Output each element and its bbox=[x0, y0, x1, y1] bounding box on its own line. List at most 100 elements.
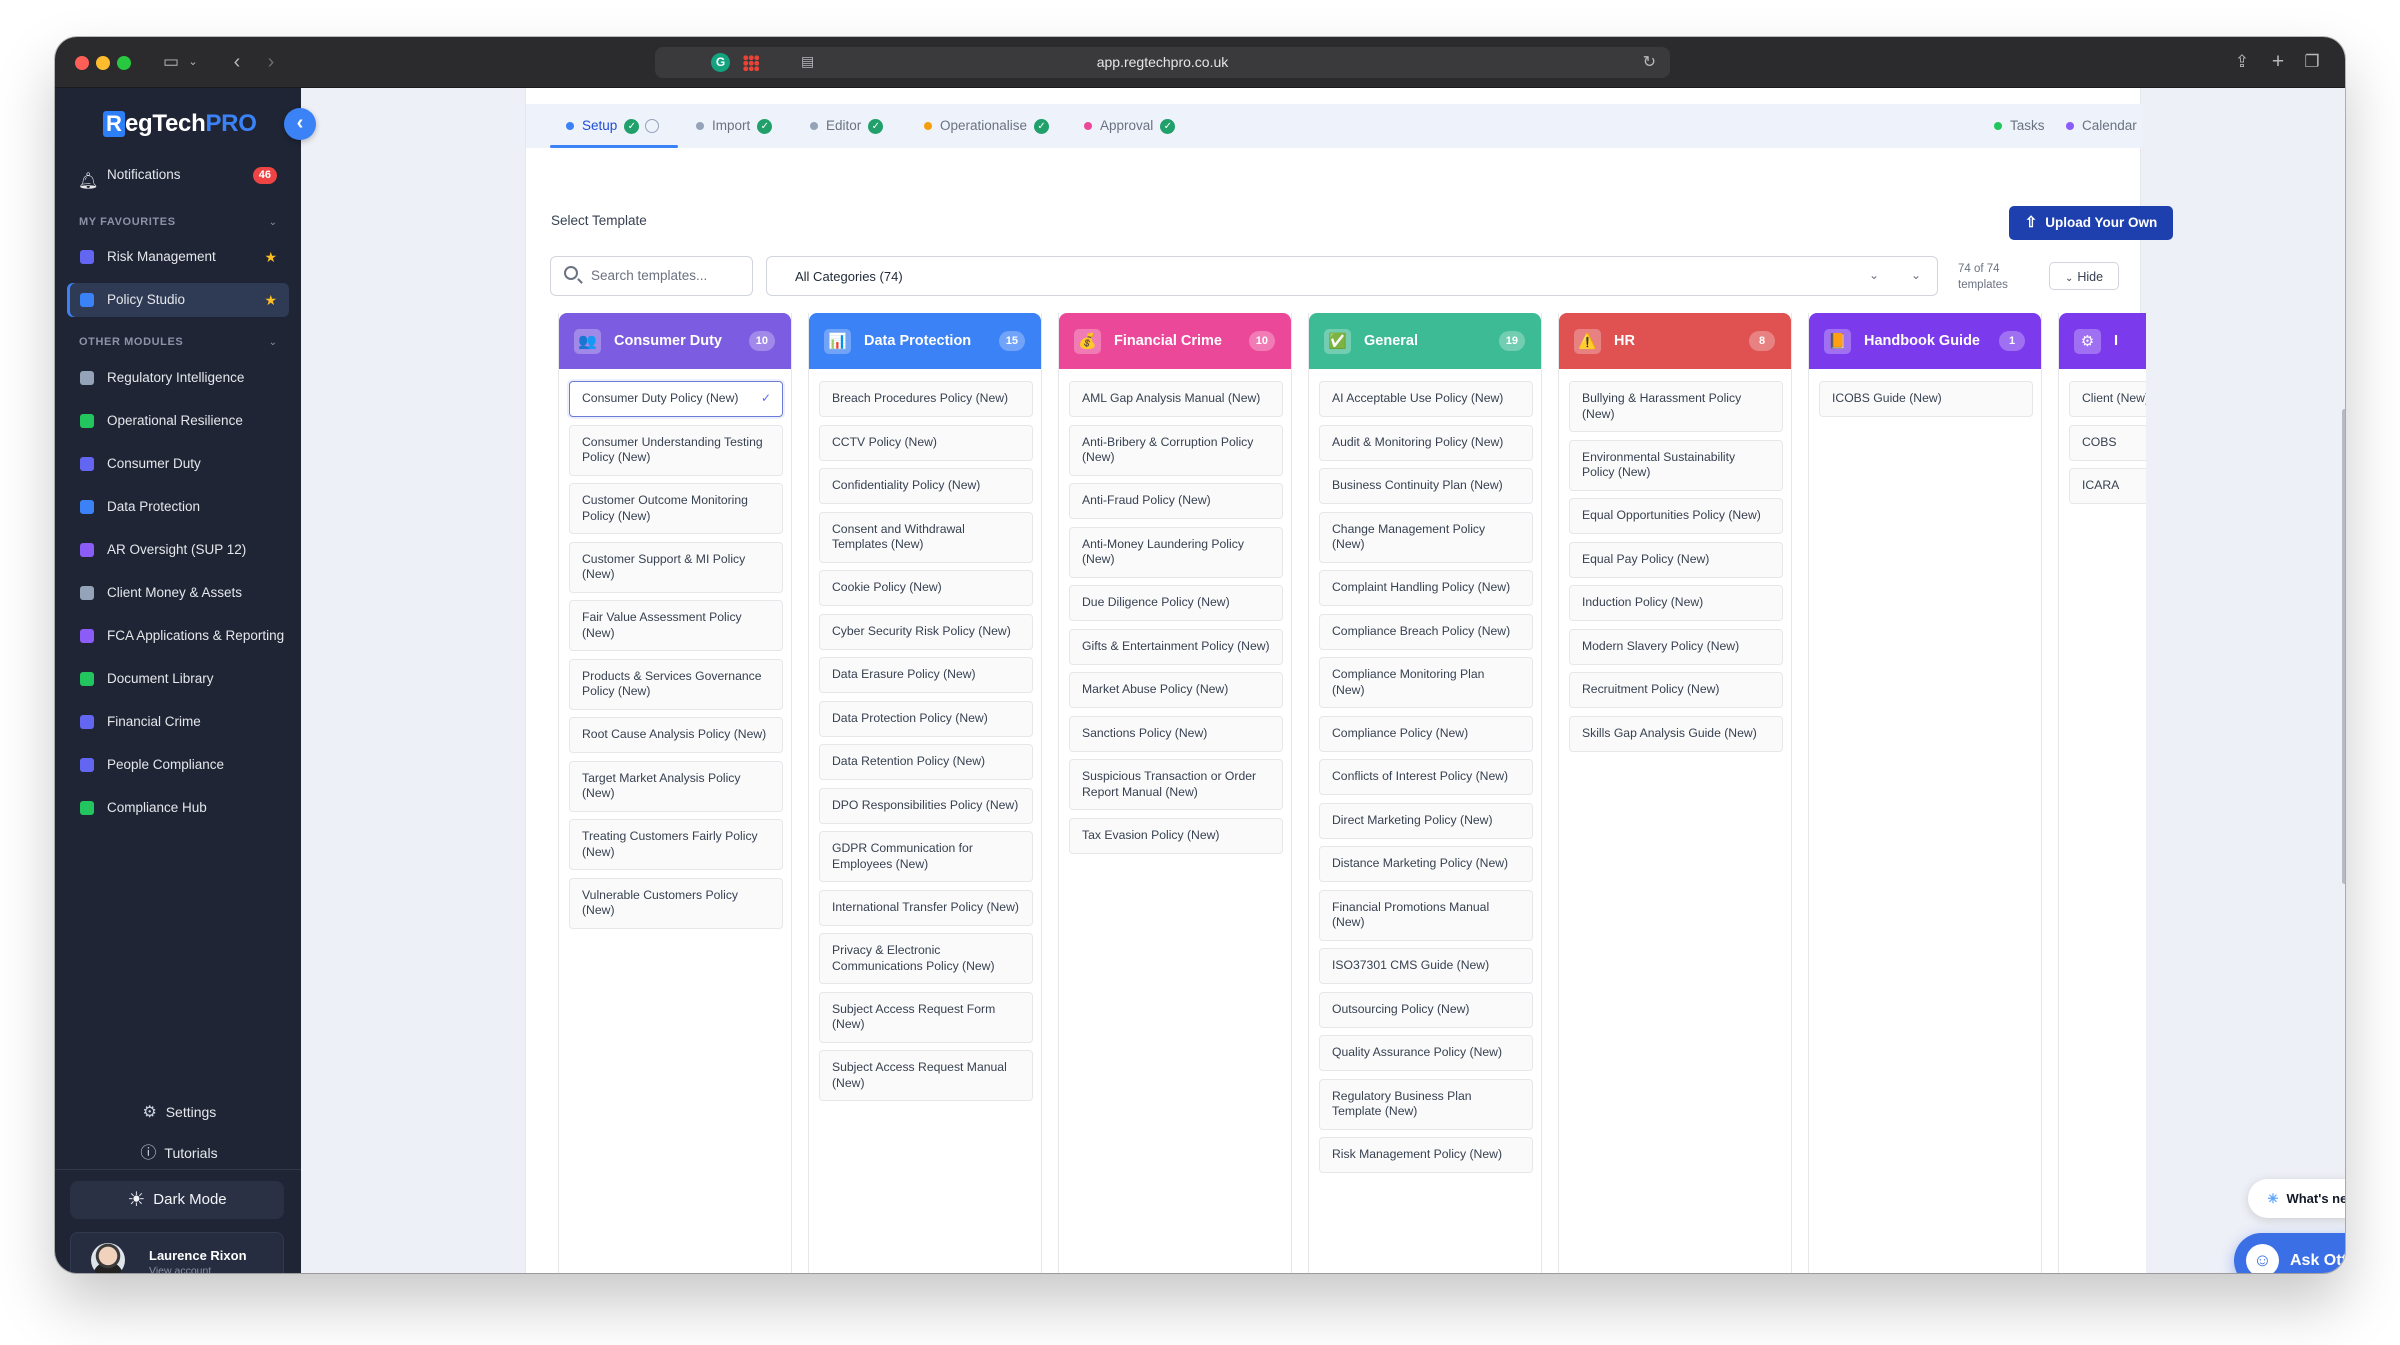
whats-new-button[interactable]: ✳ What's new bbox=[2248, 1179, 2345, 1218]
chevron-down-icon[interactable]: ⌄ bbox=[185, 50, 201, 74]
column-header[interactable]: 💰 Financial Crime 10 bbox=[1059, 313, 1291, 369]
template-card[interactable]: Compliance Breach Policy (New) bbox=[1319, 613, 1533, 650]
template-card[interactable]: Market Abuse Policy (New) bbox=[1069, 672, 1283, 708]
template-card[interactable]: Regulatory Business Plan Template (New) bbox=[1319, 1078, 1533, 1130]
template-card[interactable]: Customer Support & MI Policy (New) bbox=[569, 541, 783, 593]
page-scrollbar[interactable] bbox=[2342, 409, 2345, 884]
tab-setup[interactable]: Setup ✓ bbox=[566, 104, 660, 148]
notifications-item[interactable]: 🔔︎ Notifications 46 bbox=[67, 158, 289, 192]
template-card[interactable]: Vulnerable Customers Policy (New) bbox=[569, 877, 783, 929]
template-card[interactable]: COBS bbox=[2069, 424, 2146, 461]
forward-icon[interactable]: › bbox=[259, 50, 283, 74]
template-card[interactable]: Data Retention Policy (New) bbox=[819, 744, 1033, 780]
sidebar-item-consumer-duty[interactable]: Consumer Duty bbox=[67, 447, 289, 481]
settings-link[interactable]: ⚙ Settings bbox=[55, 1097, 301, 1127]
sidebar-item-risk-management[interactable]: Risk Management ★ bbox=[67, 240, 289, 274]
template-card[interactable]: Distance Marketing Policy (New) bbox=[1319, 846, 1533, 882]
template-card[interactable]: Business Continuity Plan (New) bbox=[1319, 468, 1533, 504]
dark-mode-toggle[interactable]: ☀ Dark Mode bbox=[70, 1181, 284, 1219]
template-card[interactable]: Consent and Withdrawal Templates (New) bbox=[819, 511, 1033, 563]
template-card[interactable]: Outsourcing Policy (New) bbox=[1319, 991, 1533, 1028]
template-card[interactable]: Tax Evasion Policy (New) bbox=[1069, 817, 1283, 854]
hide-button[interactable]: ⌄ Hide bbox=[2049, 262, 2119, 290]
sidebar-item-policy-studio[interactable]: Policy Studio ★ bbox=[67, 283, 289, 317]
sidebar-item-fca-applications-reporting[interactable]: FCA Applications & Reporting bbox=[67, 619, 289, 653]
reload-icon[interactable]: ↻ bbox=[1643, 52, 1656, 72]
tab-editor[interactable]: Editor ✓ bbox=[810, 104, 884, 148]
template-card[interactable]: Target Market Analysis Policy (New) bbox=[569, 760, 783, 812]
template-card[interactable]: DPO Responsibilities Policy (New) bbox=[819, 787, 1033, 824]
sidebar-item-data-protection[interactable]: Data Protection bbox=[67, 490, 289, 524]
minimize-window-button[interactable] bbox=[96, 56, 110, 70]
search-input[interactable] bbox=[589, 267, 739, 284]
calendar-link[interactable]: Calendar bbox=[2066, 104, 2137, 148]
template-card[interactable]: Equal Pay Policy (New) bbox=[1569, 541, 1783, 578]
favourites-chevron-icon[interactable]: ⌄ bbox=[269, 217, 277, 228]
template-card[interactable]: Compliance Monitoring Plan (New) bbox=[1319, 657, 1533, 708]
template-card[interactable]: Environmental Sustainability Policy (New… bbox=[1569, 439, 1783, 491]
tab-operationalise[interactable]: Operationalise ✓ bbox=[924, 104, 1050, 148]
favourite-star-icon[interactable]: ★ bbox=[264, 283, 277, 317]
tab-import[interactable]: Import ✓ bbox=[696, 104, 773, 148]
template-card[interactable]: Data Erasure Policy (New) bbox=[819, 657, 1033, 693]
sidebar-item-financial-crime[interactable]: Financial Crime bbox=[67, 705, 289, 739]
column-header[interactable]: ✅ General 19 bbox=[1309, 313, 1541, 369]
chevron-down-icon[interactable]: ⌄ bbox=[1911, 268, 1921, 282]
template-card[interactable]: Conflicts of Interest Policy (New) bbox=[1319, 759, 1533, 795]
template-card[interactable]: Cyber Security Risk Policy (New) bbox=[819, 613, 1033, 650]
template-card[interactable]: Gifts & Entertainment Policy (New) bbox=[1069, 628, 1283, 665]
template-card[interactable]: Recruitment Policy (New) bbox=[1569, 672, 1783, 708]
template-card[interactable]: Anti-Money Laundering Policy (New) bbox=[1069, 526, 1283, 578]
other-modules-chevron-icon[interactable]: ⌄ bbox=[269, 337, 277, 348]
template-card[interactable]: Anti-Fraud Policy (New) bbox=[1069, 483, 1283, 519]
template-card[interactable]: Subject Access Request Manual (New) bbox=[819, 1050, 1033, 1101]
template-card[interactable]: GDPR Communication for Employees (New) bbox=[819, 831, 1033, 882]
template-card[interactable]: Consumer Understanding Testing Policy (N… bbox=[569, 424, 783, 476]
sidebar-item-regulatory-intelligence[interactable]: Regulatory Intelligence bbox=[67, 361, 289, 395]
template-card[interactable]: Skills Gap Analysis Guide (New) bbox=[1569, 715, 1783, 752]
template-card[interactable]: Anti-Bribery & Corruption Policy (New) bbox=[1069, 424, 1283, 476]
upload-your-own-button[interactable]: ⇧ Upload Your Own bbox=[2009, 206, 2173, 240]
view-account-link[interactable]: View account bbox=[149, 1265, 211, 1273]
template-card[interactable]: Data Protection Policy (New) bbox=[819, 700, 1033, 737]
share-icon[interactable]: ⇪ bbox=[2230, 50, 2254, 74]
template-card[interactable]: Financial Promotions Manual (New) bbox=[1319, 889, 1533, 941]
template-card[interactable]: Consumer Duty Policy (New) ✓ bbox=[569, 381, 783, 417]
address-bar[interactable]: G ▤ app.regtechpro.co.uk ↻ bbox=[655, 47, 1670, 78]
tasks-link[interactable]: Tasks bbox=[1994, 104, 2045, 148]
maximize-window-button[interactable] bbox=[117, 56, 131, 70]
sidebar-item-people-compliance[interactable]: People Compliance bbox=[67, 748, 289, 782]
template-card[interactable]: Cookie Policy (New) bbox=[819, 570, 1033, 606]
sidebar-item-ar-oversight-sup-12[interactable]: AR Oversight (SUP 12) bbox=[67, 533, 289, 567]
column-header[interactable]: 📙 Handbook Guide 1 bbox=[1809, 313, 2041, 369]
template-card[interactable]: Breach Procedures Policy (New) bbox=[819, 381, 1033, 417]
template-card[interactable]: Risk Management Policy (New) bbox=[1319, 1137, 1533, 1173]
template-card[interactable]: Quality Assurance Policy (New) bbox=[1319, 1035, 1533, 1071]
template-card[interactable]: Privacy & Electronic Communications Poli… bbox=[819, 933, 1033, 984]
new-tab-icon[interactable]: + bbox=[2266, 50, 2290, 74]
sidebar-item-compliance-hub[interactable]: Compliance Hub bbox=[67, 791, 289, 825]
template-card[interactable]: Due Diligence Policy (New) bbox=[1069, 585, 1283, 621]
template-card[interactable]: Confidentiality Policy (New) bbox=[819, 468, 1033, 504]
template-card[interactable]: AML Gap Analysis Manual (New) bbox=[1069, 381, 1283, 417]
regtechpro-logo[interactable]: RegTechPRO bbox=[103, 110, 257, 142]
tab-overview-icon[interactable]: ❐ bbox=[2300, 50, 2324, 74]
template-card[interactable]: Client (New) bbox=[2069, 381, 2146, 417]
template-card[interactable]: CCTV Policy (New) bbox=[819, 424, 1033, 461]
template-card[interactable]: Complaint Handling Policy (New) bbox=[1319, 570, 1533, 606]
sidebar-item-client-money-assets[interactable]: Client Money & Assets bbox=[67, 576, 289, 610]
template-card[interactable]: Fair Value Assessment Policy (New) bbox=[569, 600, 783, 651]
tab-approval[interactable]: Approval ✓ bbox=[1084, 104, 1176, 148]
template-card[interactable]: ISO37301 CMS Guide (New) bbox=[1319, 948, 1533, 984]
template-card[interactable]: ICARA bbox=[2069, 468, 2146, 504]
template-card[interactable]: Sanctions Policy (New) bbox=[1069, 715, 1283, 752]
template-card[interactable]: Compliance Policy (New) bbox=[1319, 715, 1533, 752]
close-window-button[interactable] bbox=[75, 56, 89, 70]
favourite-star-icon[interactable]: ★ bbox=[264, 240, 277, 274]
template-card[interactable]: Treating Customers Fairly Policy (New) bbox=[569, 819, 783, 870]
collapse-sidebar-button[interactable]: ‹ bbox=[284, 108, 316, 140]
back-icon[interactable]: ‹ bbox=[225, 50, 249, 74]
template-card[interactable]: Suspicious Transaction or Order Report M… bbox=[1069, 759, 1283, 810]
template-card[interactable]: ICOBS Guide (New) bbox=[1819, 381, 2033, 417]
sidebar-toggle-icon[interactable]: ▭ bbox=[159, 50, 183, 74]
